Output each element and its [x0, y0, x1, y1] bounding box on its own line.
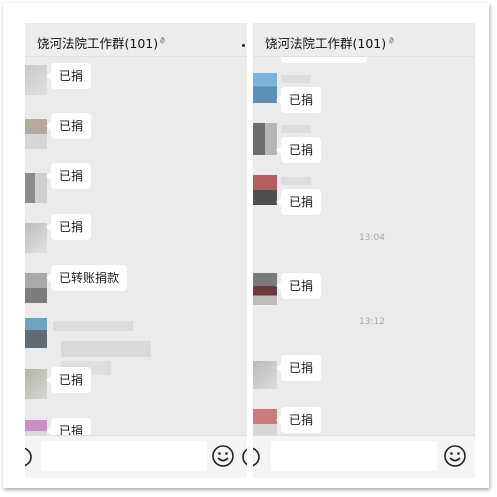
- avatar: [253, 123, 277, 155]
- avatar: [25, 119, 47, 149]
- message-bubble: 已捐: [45, 63, 92, 89]
- message-bubble: 已捐: [45, 113, 92, 139]
- input-bar: [25, 435, 247, 478]
- message-bubble: 已捐: [275, 137, 322, 163]
- avatar: [25, 173, 47, 203]
- avatar: [253, 73, 277, 103]
- emoji-icon[interactable]: [443, 444, 467, 468]
- message-input[interactable]: [271, 441, 437, 471]
- avatar: [25, 369, 47, 399]
- chat-header: 饶河法院工作群(101): [25, 23, 247, 57]
- group-title: 饶河法院工作群(101): [265, 36, 387, 51]
- timestamp: 13:04: [359, 233, 385, 243]
- message-bubble: 已捐: [275, 407, 322, 433]
- avatar: [25, 318, 47, 348]
- chat-header: 饶河法院工作群(101): [253, 23, 475, 57]
- more-dot-icon[interactable]: [242, 44, 245, 47]
- avatar: [253, 361, 277, 389]
- message-bubble: 已转账捐款: [45, 265, 128, 291]
- avatar: [25, 65, 47, 95]
- chat-panel-left: 饶河法院工作群(101) 已捐 已捐 已捐 已捐 已转账捐款 已捐 已捐: [25, 23, 247, 478]
- bell-muted-icon: [387, 36, 396, 45]
- voice-icon[interactable]: [25, 446, 35, 468]
- sender-name-blurred: [281, 125, 311, 133]
- message-bubble: 已捐: [275, 87, 322, 113]
- avatar: [25, 223, 47, 253]
- emoji-icon[interactable]: [211, 444, 235, 468]
- avatar: [253, 175, 277, 205]
- group-title: 饶河法院工作群(101): [37, 36, 159, 51]
- sender-name-blurred: [281, 177, 311, 185]
- avatar: [253, 273, 277, 305]
- chat-panel-right: 饶河法院工作群(101) 已捐 已捐 已捐 13:04 已捐 13:12 已捐 …: [253, 23, 475, 478]
- screenshot-frame: 饶河法院工作群(101) 已捐 已捐 已捐 已捐 已转账捐款 已捐 已捐 饶河法…: [3, 3, 489, 488]
- message-bubble: 已捐: [275, 273, 322, 299]
- message-input[interactable]: [41, 441, 207, 471]
- sender-name-blurred: [281, 75, 311, 83]
- message-bubble: 已捐: [45, 214, 92, 240]
- plus-icon[interactable]: [239, 446, 247, 468]
- message-bubble: 已捐: [45, 163, 92, 189]
- message-bubble: 已捐: [275, 189, 322, 215]
- sender-name-blurred: [53, 321, 133, 331]
- bell-muted-icon: [158, 36, 167, 45]
- message-bubble: 已捐: [45, 367, 92, 393]
- input-bar: [253, 435, 475, 478]
- timestamp: 13:12: [359, 317, 385, 327]
- message-bubble: 已捐: [275, 355, 322, 381]
- cut-off-bubble: [281, 57, 367, 63]
- voice-icon[interactable]: [253, 446, 263, 468]
- avatar: [25, 273, 47, 303]
- blurred-content: [61, 341, 151, 357]
